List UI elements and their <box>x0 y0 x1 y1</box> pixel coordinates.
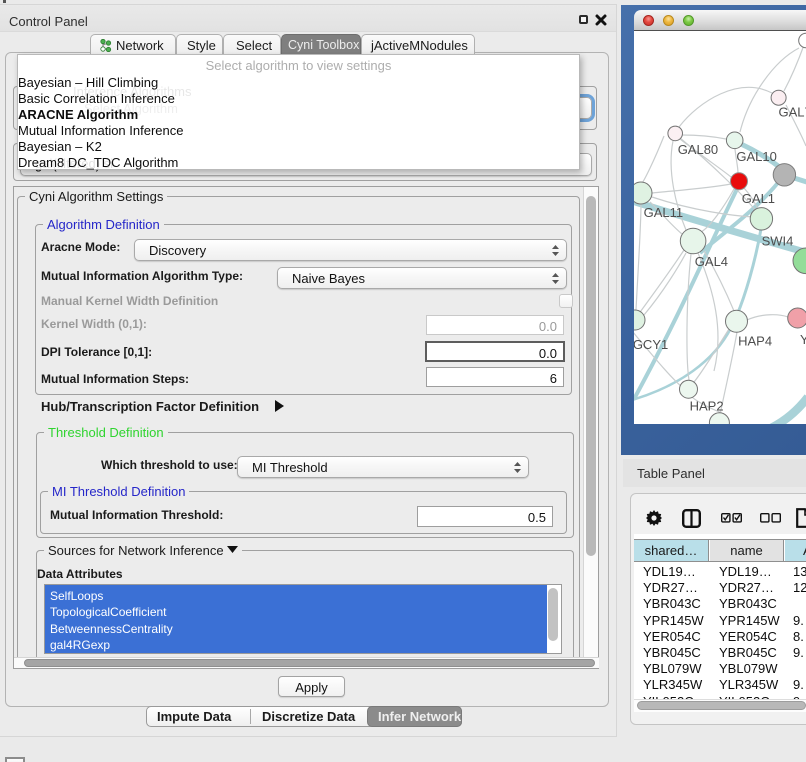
svg-text:GAL7: GAL7 <box>779 105 806 120</box>
svg-text:HAP2: HAP2 <box>690 399 724 414</box>
svg-text:GAL4: GAL4 <box>695 254 728 269</box>
svg-text:Y: Y <box>800 332 806 347</box>
svg-text:GCY1: GCY1 <box>634 337 668 352</box>
svg-text:GAL10: GAL10 <box>736 149 776 164</box>
svg-text:GAL80: GAL80 <box>678 142 718 157</box>
svg-text:GAL11: GAL11 <box>644 205 684 220</box>
svg-text:GAL1: GAL1 <box>742 191 775 206</box>
svg-text:HAP4: HAP4 <box>738 334 772 349</box>
svg-text:SWI4: SWI4 <box>762 234 794 249</box>
